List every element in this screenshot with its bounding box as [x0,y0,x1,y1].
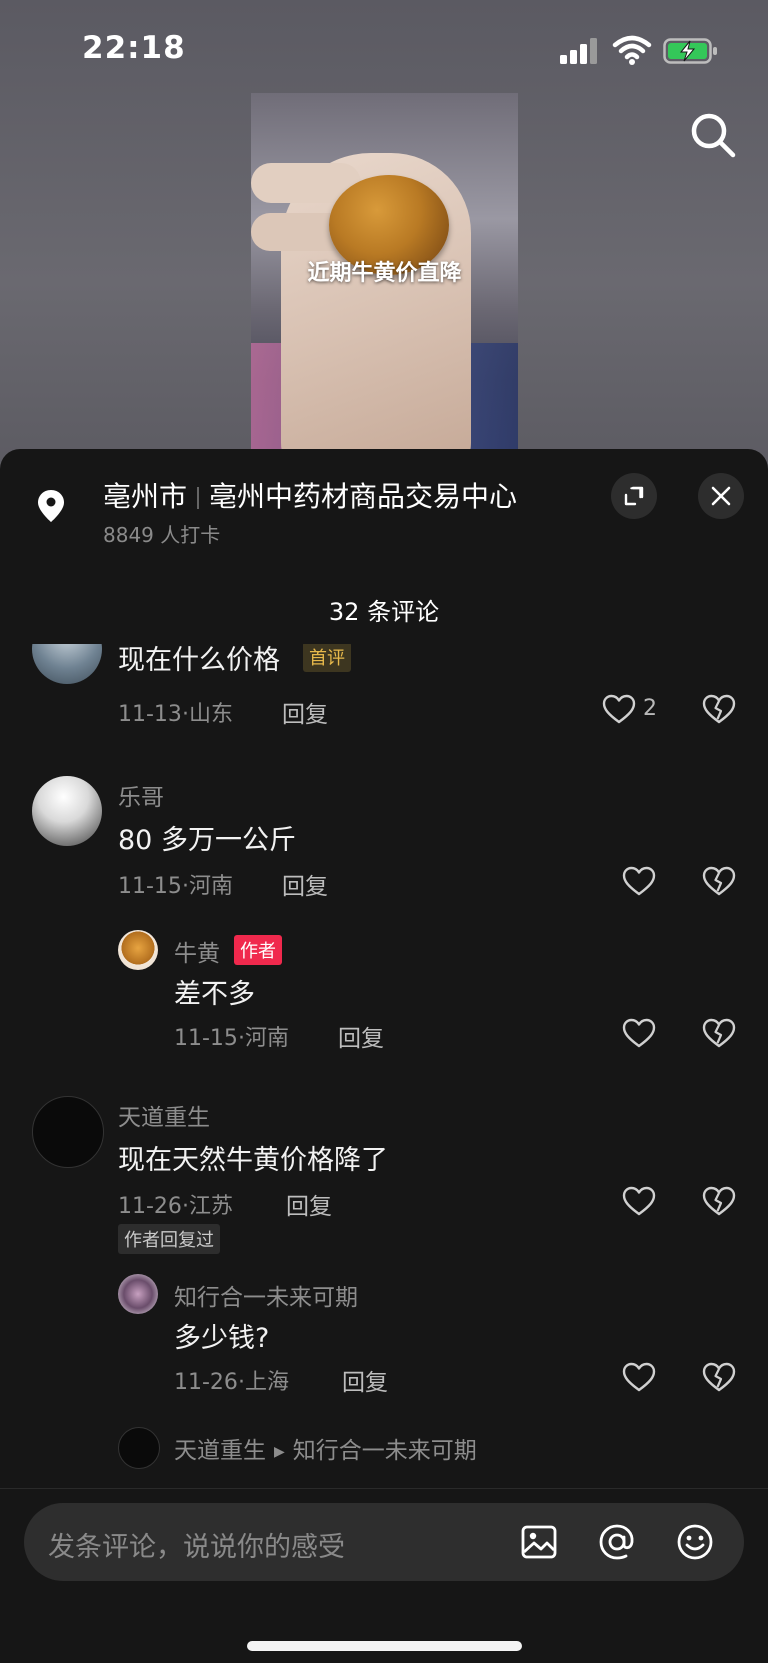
wifi-icon [612,35,652,65]
comment-count: 32 条评论 [328,598,440,626]
image-icon[interactable] [520,1523,558,1561]
reply-author-name[interactable]: 牛黄 [174,934,220,968]
dislike-icon[interactable] [702,1362,736,1392]
reply-arrow-icon: ▶ [274,1443,285,1460]
like-icon[interactable] [622,866,656,896]
status-bar: 22:18 [0,0,768,100]
avatar[interactable] [118,1427,160,1469]
comment-input-bar: 发条评论，说说你的感受 [0,1488,768,1663]
reply-button[interactable]: 回复 [282,867,328,901]
comment-text: 80 多万一公斤 [118,825,296,856]
separator [197,487,200,509]
location-pin-icon [38,490,64,522]
reply-text: 差不多 [174,979,255,1010]
dislike-icon[interactable] [702,1018,736,1048]
like-icon[interactable] [602,694,636,724]
comment-meta: 11-13·山东 [118,702,233,727]
like-count: 2 [643,696,657,721]
like-icon[interactable] [622,1362,656,1392]
commenter-name[interactable]: 乐哥 [118,778,164,812]
dislike-icon[interactable] [702,866,736,896]
location-city[interactable]: 亳州市 [103,480,187,513]
comment-text: 现在天然牛黄价格降了 [118,1145,388,1176]
emoji-icon[interactable] [676,1523,714,1561]
comment-sheet: 亳州市 亳州中药材商品交易中心 8849 人打卡 32 条评论 现在什么价格 首评… [0,449,768,1663]
comment-item: 现在什么价格 首评 11-13·山东 回复 2 [0,644,768,764]
cellular-signal-icon [560,38,597,64]
clock: 22:18 [82,30,186,66]
comment-item: 天道重生 现在天然牛黄价格降了 11-26·江苏 回复 作者回复过 知行合一未来… [0,1084,768,1474]
avatar[interactable] [32,644,102,684]
expand-icon [624,486,644,506]
like-icon[interactable] [622,1186,656,1216]
author-replied-badge: 作者回复过 [118,1224,220,1254]
location-place[interactable]: 亳州中药材商品交易中心 [209,480,517,513]
video-caption: 近期牛黄价直降 [307,261,462,286]
comment-item: 乐哥 80 多万一公斤 11-15·河南 回复 牛黄 作者 差不多 11-15·… [0,764,768,1064]
location-title[interactable]: 亳州市 亳州中药材商品交易中心 [103,475,517,515]
author-tag: 作者 [234,935,282,965]
reply-button[interactable]: 回复 [338,1019,384,1053]
avatar[interactable] [32,1096,104,1168]
reply-meta: 11-15·河南 [174,1026,289,1051]
comment-input[interactable]: 发条评论，说说你的感受 [24,1503,744,1581]
comment-meta: 11-15·河南 [118,874,233,899]
mention-icon[interactable] [598,1523,636,1561]
reply-author-name[interactable]: 天道重生 ▶ 知行合一未来可期 [174,1431,477,1465]
reply-button[interactable]: 回复 [286,1187,332,1221]
comment-input-placeholder: 发条评论，说说你的感受 [48,1532,345,1563]
video-thumbnail[interactable]: 近期牛黄价直降 [251,93,518,453]
reply-button[interactable]: 回复 [282,695,328,729]
dislike-icon[interactable] [702,694,736,724]
home-indicator[interactable] [247,1641,522,1651]
first-comment-tag: 首评 [303,644,351,672]
dislike-icon[interactable] [702,1186,736,1216]
checkin-count: 8849 人打卡 [103,523,221,547]
avatar[interactable] [118,1274,158,1314]
comment-meta: 11-26·江苏 [118,1194,233,1219]
avatar[interactable] [32,776,102,846]
avatar[interactable] [118,930,158,970]
reply-button[interactable]: 回复 [342,1363,388,1397]
like-icon[interactable] [622,1018,656,1048]
reply-meta: 11-26·上海 [174,1370,289,1395]
close-button[interactable] [698,473,744,519]
battery-charging-icon [663,38,717,64]
reply-text: 多少钱? [174,1323,270,1354]
comment-text: 现在什么价格 [118,645,280,676]
commenter-name[interactable]: 天道重生 [118,1098,210,1132]
comment-list[interactable]: 现在什么价格 首评 11-13·山东 回复 2 乐哥 80 多万一公斤 11-1… [0,644,768,1474]
close-icon [711,486,731,506]
search-icon[interactable] [688,110,738,160]
reply-author-name[interactable]: 知行合一未来可期 [174,1278,358,1312]
expand-button[interactable] [611,473,657,519]
